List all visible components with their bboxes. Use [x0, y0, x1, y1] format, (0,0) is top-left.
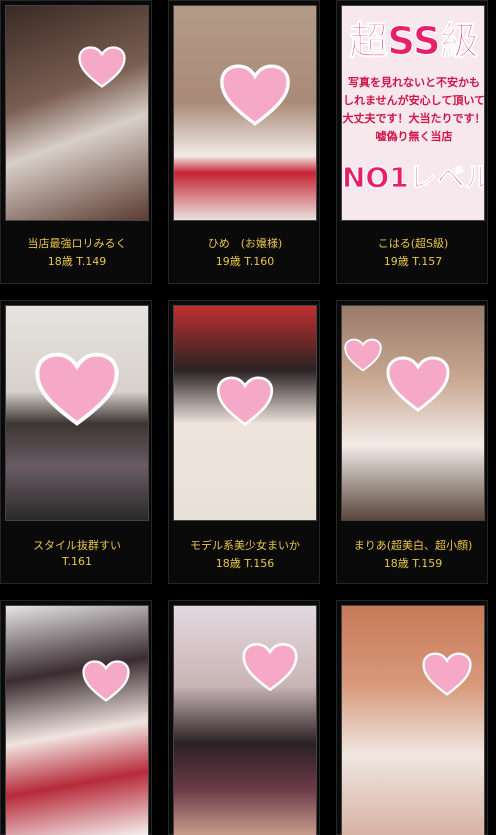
- profile-photo[interactable]: [341, 605, 485, 835]
- heart-icon: [242, 642, 298, 692]
- heart-icon: [216, 376, 274, 426]
- profile-meta: 19歳 T.160: [215, 255, 275, 268]
- profile-meta: 18歳 T.156: [215, 557, 275, 570]
- profile-photo[interactable]: [5, 5, 149, 221]
- profile-photo[interactable]: [341, 305, 485, 521]
- promo-banner: 超SS級 写真を見れないと不安かも しれませんが安心して頂いて 大丈夫です！大当…: [342, 6, 484, 220]
- profile-photo[interactable]: [173, 5, 317, 221]
- profile-name: スタイル抜群すい: [33, 539, 121, 552]
- profile-meta: 19歳 T.157: [383, 255, 443, 268]
- profile-photo-banner[interactable]: 超SS級 写真を見れないと不安かも しれませんが安心して頂いて 大丈夫です！大当…: [341, 5, 485, 221]
- profile-name: こはる(超S級): [377, 237, 449, 250]
- heart-icon: [35, 352, 119, 426]
- profile-card[interactable]: まりあ(超美白、超小顔) 18歳 T.159: [336, 300, 488, 584]
- profile-name: ひめ (お嬢様): [207, 237, 283, 250]
- profile-name: まりあ(超美白、超小顔): [353, 539, 473, 552]
- profile-card[interactable]: [336, 600, 488, 835]
- profile-card[interactable]: モデル系美少女まいか 18歳 T.156: [168, 300, 320, 584]
- heart-icon: [344, 338, 382, 372]
- banner-line: 大丈夫です！大当たりです！: [342, 112, 485, 125]
- heart-icon: [82, 660, 130, 702]
- profile-meta: T.161: [62, 555, 92, 568]
- profile-name: モデル系美少女まいか: [190, 539, 300, 552]
- profile-grid: 当店最強ロリみるく 18歳 T.149 ひめ (お嬢様) 19歳 T.160 超…: [0, 0, 496, 835]
- profile-meta: 18歳 T.159: [383, 557, 443, 570]
- profile-card[interactable]: ひめ (お嬢様) 19歳 T.160: [168, 0, 320, 284]
- profile-name: 当店最強ロリみるく: [27, 237, 127, 250]
- heart-icon: [422, 652, 472, 696]
- profile-card[interactable]: 当店最強ロリみるく 18歳 T.149: [0, 0, 152, 284]
- profile-photo[interactable]: [5, 605, 149, 835]
- banner-line: しれませんが安心して頂いて: [342, 94, 484, 107]
- profile-card[interactable]: スタイル抜群すい T.161: [0, 300, 152, 584]
- profile-photo[interactable]: [5, 305, 149, 521]
- profile-card[interactable]: 超SS級 写真を見れないと不安かも しれませんが安心して頂いて 大丈夫です！大当…: [336, 0, 488, 284]
- profile-photo[interactable]: [173, 605, 317, 835]
- banner-footer: NO1レベル！: [342, 161, 484, 195]
- profile-photo[interactable]: [173, 305, 317, 521]
- profile-card[interactable]: [168, 600, 320, 835]
- heart-icon: [220, 64, 290, 126]
- banner-line: 写真を見れないと不安かも: [348, 76, 480, 89]
- banner-headline: 超SS級: [349, 19, 479, 64]
- profile-card[interactable]: [0, 600, 152, 835]
- profile-meta: 18歳 T.149: [47, 255, 107, 268]
- heart-icon: [386, 356, 450, 412]
- banner-line: 嘘偽り無く当店: [375, 130, 453, 143]
- heart-icon: [78, 46, 126, 88]
